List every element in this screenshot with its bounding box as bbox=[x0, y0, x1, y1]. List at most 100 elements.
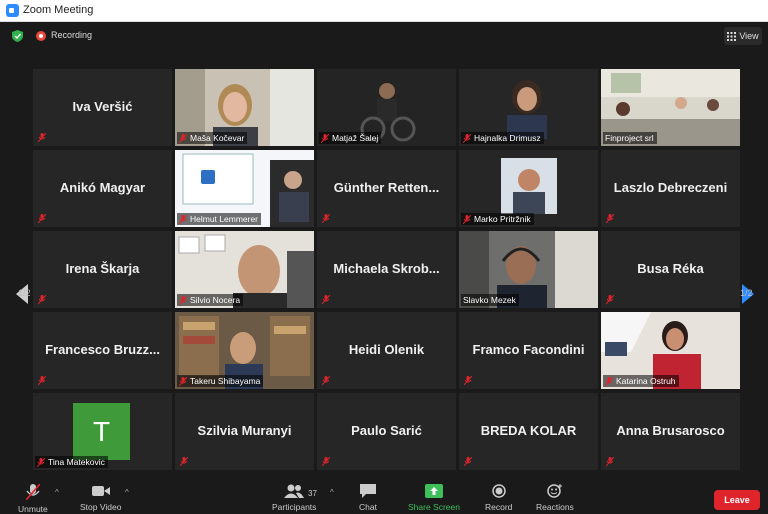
view-button[interactable]: View bbox=[724, 27, 762, 45]
participant-tile[interactable]: Paulo Sarić bbox=[317, 393, 456, 470]
participant-tile[interactable]: Michaela Skrob... bbox=[317, 231, 456, 308]
video-grid: Iva Veršić Maša Kočevar Matjaž Šalej Haj… bbox=[33, 69, 743, 473]
participant-name: Anna Brusarosco bbox=[616, 423, 725, 438]
participant-tile[interactable]: Maša Kočevar bbox=[175, 69, 314, 146]
participant-name: Michaela Skrob... bbox=[333, 261, 440, 276]
mic-muted-icon bbox=[322, 376, 330, 385]
video-options-chevron-icon[interactable]: ^ bbox=[125, 488, 129, 497]
participant-tile[interactable]: Laszlo Debreczeni bbox=[601, 150, 740, 227]
participant-label: Hajnalka Drimusz bbox=[474, 133, 541, 143]
participant-tile[interactable]: Anna Brusarosco bbox=[601, 393, 740, 470]
mic-muted-icon bbox=[322, 295, 330, 304]
participant-nameplate: Tina Matekovic bbox=[35, 456, 108, 468]
participant-label: Takeru Shibayama bbox=[190, 376, 261, 386]
participant-nameplate: Hajnalka Drimusz bbox=[461, 132, 544, 144]
window-titlebar: Zoom Meeting bbox=[0, 0, 768, 22]
participant-tile[interactable]: Katarina Ostruh bbox=[601, 312, 740, 389]
participant-nameplate: Helmut Lemmerer bbox=[177, 213, 262, 225]
participants-label: Participants bbox=[272, 502, 317, 512]
video-camera-icon bbox=[91, 486, 110, 496]
participant-tile[interactable]: Irena Škarja bbox=[33, 231, 172, 308]
shield-icon[interactable] bbox=[12, 30, 23, 42]
mic-muted-icon bbox=[180, 457, 188, 466]
participant-tile[interactable]: Iva Veršić bbox=[33, 69, 172, 146]
mic-muted-icon bbox=[179, 376, 187, 386]
meeting-area: Recording View 1/2 1/2 Iva Veršić Maša K… bbox=[4, 22, 768, 514]
participant-label: Maša Kočevar bbox=[190, 133, 245, 143]
participant-tile[interactable]: Finproject srl bbox=[601, 69, 740, 146]
share-screen-button[interactable]: Share Screen bbox=[408, 484, 460, 512]
participants-count: 37 bbox=[308, 489, 317, 498]
mic-muted-icon bbox=[606, 214, 614, 223]
mic-muted-icon bbox=[179, 295, 187, 305]
microphone-muted-icon bbox=[25, 484, 40, 500]
participant-nameplate: Finproject srl bbox=[603, 132, 657, 144]
participant-name: Szilvia Muranyi bbox=[197, 423, 292, 438]
mic-muted-icon bbox=[606, 457, 614, 466]
chat-bubble-icon bbox=[359, 484, 376, 498]
share-screen-label: Share Screen bbox=[408, 502, 460, 512]
participant-tile[interactable]: BREDA KOLAR bbox=[459, 393, 598, 470]
participant-tile[interactable]: Szilvia Muranyi bbox=[175, 393, 314, 470]
mic-muted-icon bbox=[38, 214, 46, 223]
participant-label: Slavko Mezek bbox=[463, 295, 516, 305]
recording-icon bbox=[36, 31, 46, 41]
mic-muted-icon bbox=[464, 457, 472, 466]
participant-nameplate: Marko Pritržnik bbox=[461, 213, 534, 225]
participant-name: Heidi Olenik bbox=[348, 342, 425, 357]
meeting-toolbar: Unmute ^ Stop Video ^ Participants 37 ^ … bbox=[4, 482, 768, 514]
recording-label: Recording bbox=[51, 30, 93, 40]
record-button[interactable]: Record bbox=[485, 484, 512, 512]
participant-tile[interactable]: Silvio Nocera bbox=[175, 231, 314, 308]
participant-name: Laszlo Debreczeni bbox=[613, 180, 728, 195]
participant-name: BREDA KOLAR bbox=[480, 423, 577, 438]
participant-nameplate: Takeru Shibayama bbox=[177, 375, 264, 387]
mic-muted-icon bbox=[38, 295, 46, 304]
unmute-button[interactable]: Unmute bbox=[18, 484, 48, 514]
mic-muted-icon bbox=[38, 376, 46, 385]
participant-tile[interactable]: Busa Réka bbox=[601, 231, 740, 308]
participants-options-chevron-icon[interactable]: ^ bbox=[330, 488, 334, 497]
record-icon bbox=[491, 484, 506, 498]
chat-button[interactable]: Chat bbox=[359, 484, 377, 512]
participant-label: Katarina Ostruh bbox=[616, 376, 676, 386]
participant-tile-active-speaker[interactable]: Slavko Mezek bbox=[459, 231, 598, 308]
participant-tile[interactable]: Hajnalka Drimusz bbox=[459, 69, 598, 146]
participant-tile[interactable]: Anikó Magyar bbox=[33, 150, 172, 227]
leave-button[interactable]: Leave bbox=[714, 490, 760, 510]
participant-label: Matjaž Šalej bbox=[332, 133, 379, 143]
avatar: T bbox=[73, 403, 130, 460]
audio-options-chevron-icon[interactable]: ^ bbox=[55, 488, 59, 497]
participant-tile[interactable]: Helmut Lemmerer bbox=[175, 150, 314, 227]
mic-muted-icon bbox=[606, 295, 614, 304]
mic-muted-icon bbox=[322, 214, 330, 223]
mic-muted-icon bbox=[37, 457, 45, 467]
chat-label: Chat bbox=[359, 502, 377, 512]
participant-tile[interactable]: Marko Pritržnik bbox=[459, 150, 598, 227]
participant-nameplate: Slavko Mezek bbox=[461, 294, 519, 306]
share-screen-icon bbox=[424, 484, 443, 498]
participant-tile[interactable]: Framco Facondini bbox=[459, 312, 598, 389]
smiley-icon bbox=[547, 484, 562, 498]
participant-name: Anikó Magyar bbox=[59, 180, 146, 195]
participant-name: Irena Škarja bbox=[65, 261, 140, 276]
participant-tile[interactable]: Matjaž Šalej bbox=[317, 69, 456, 146]
participant-label: Finproject srl bbox=[605, 133, 654, 143]
participant-label: Tina Matekovic bbox=[48, 457, 105, 467]
mic-muted-icon bbox=[605, 376, 613, 386]
grid-view-icon bbox=[727, 31, 737, 41]
view-label: View bbox=[739, 31, 759, 41]
unmute-label: Unmute bbox=[18, 504, 48, 514]
participant-tile[interactable]: Günther Retten... bbox=[317, 150, 456, 227]
participant-tile[interactable]: T Tina Matekovic bbox=[33, 393, 172, 470]
participants-icon bbox=[284, 484, 305, 498]
participant-tile[interactable]: Takeru Shibayama bbox=[175, 312, 314, 389]
participant-tile[interactable]: Francesco Bruzz... bbox=[33, 312, 172, 389]
participant-nameplate: Silvio Nocera bbox=[177, 294, 244, 306]
mic-muted-icon bbox=[463, 214, 471, 224]
stop-video-button[interactable]: Stop Video bbox=[80, 484, 121, 512]
reactions-button[interactable]: Reactions bbox=[536, 484, 574, 512]
participant-tile[interactable]: Heidi Olenik bbox=[317, 312, 456, 389]
mic-muted-icon bbox=[463, 133, 471, 143]
mic-muted-icon bbox=[321, 133, 329, 143]
